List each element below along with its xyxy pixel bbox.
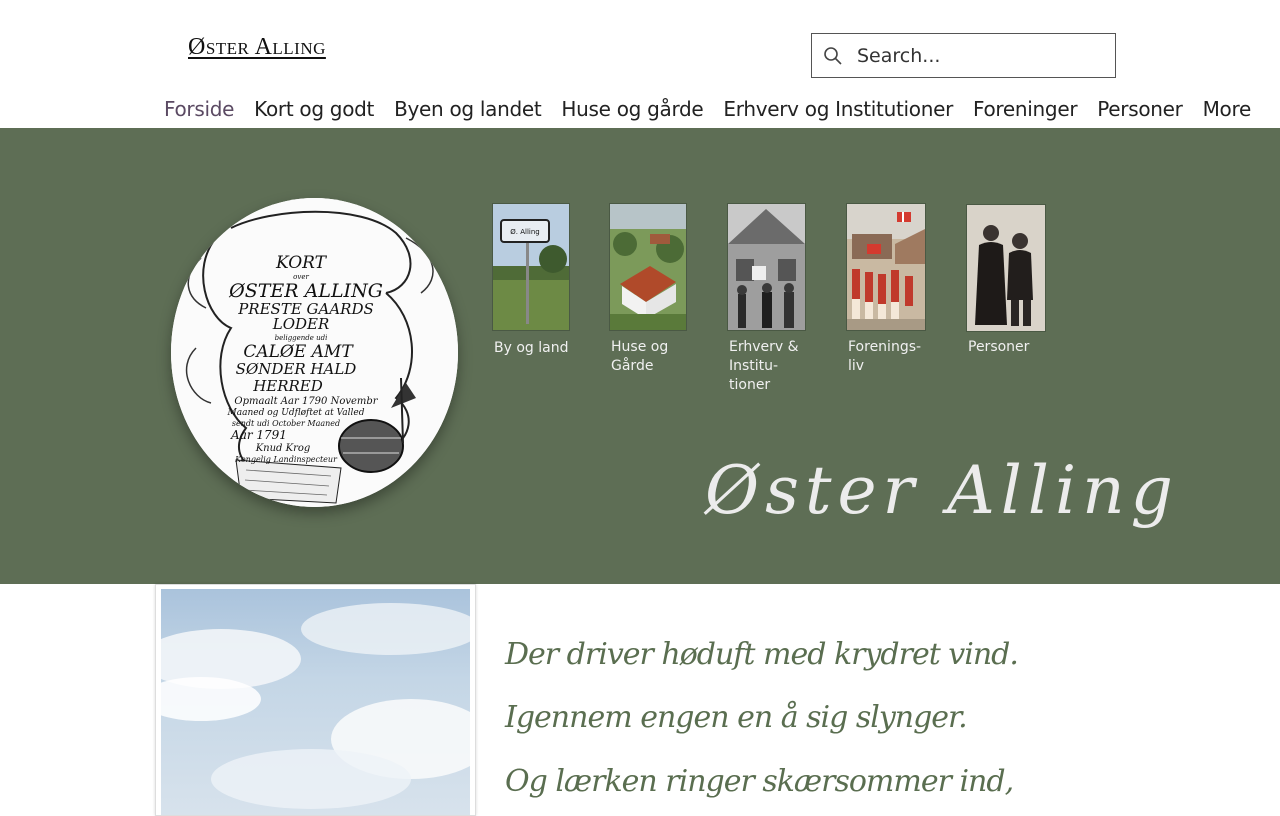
search-icon bbox=[823, 46, 843, 66]
nav-item-forside[interactable]: Forside bbox=[164, 97, 234, 125]
cartouche-text-line: ØSTER ALLING bbox=[228, 280, 383, 302]
poem-line: Der driver høduft med krydret vind. bbox=[505, 637, 1019, 672]
cartouche-text-line: Kongelig Landinspecteur bbox=[234, 455, 338, 464]
cartouche-text-line: Aar 1791 bbox=[230, 428, 287, 442]
sign-text: Ø. Alling bbox=[510, 228, 539, 236]
thumb-label-foreningsliv[interactable]: Forenings- liv bbox=[848, 338, 921, 376]
site-title-link[interactable]: Øster Alling bbox=[188, 34, 326, 61]
nav-item-huse-og-garde[interactable]: Huse og gårde bbox=[561, 97, 703, 125]
cartouche-text-line: Knud Krog bbox=[255, 443, 311, 454]
nav-item-byen-og-landet[interactable]: Byen og landet bbox=[394, 97, 542, 125]
thumb-erhverv[interactable] bbox=[727, 203, 806, 331]
cartouche-text-line: beliggende udi bbox=[275, 334, 328, 342]
thumb-by-og-land[interactable]: Ø. Alling bbox=[492, 203, 570, 331]
landscape-photo-frame bbox=[155, 584, 476, 816]
cartouche-text-line: KORT bbox=[275, 253, 328, 273]
nav-item-personer[interactable]: Personer bbox=[1097, 97, 1183, 125]
nav-item-kort-og-godt[interactable]: Kort og godt bbox=[254, 97, 374, 125]
thumb-personer[interactable] bbox=[966, 204, 1046, 332]
cartouche-text-line: CALØE AMT bbox=[243, 342, 354, 362]
cartouche-text-line: sendt udi October Maaned bbox=[232, 419, 340, 428]
main-nav: Forside Kort og godt Byen og landet Huse… bbox=[164, 97, 1271, 125]
search-input[interactable] bbox=[855, 43, 1099, 68]
thumb-huse-og-garde[interactable] bbox=[609, 203, 687, 331]
poem-line: Igennem engen en å sig slynger. bbox=[505, 700, 968, 735]
thumb-label-by-og-land[interactable]: By og land bbox=[494, 339, 568, 358]
cartouche-text-line: HERRED bbox=[252, 377, 323, 395]
nav-item-erhverv[interactable]: Erhverv og Institutioner bbox=[723, 97, 953, 125]
thumb-label-personer[interactable]: Personer bbox=[968, 338, 1029, 357]
thumb-foreningsliv[interactable] bbox=[846, 203, 926, 331]
sky-photo bbox=[161, 589, 470, 815]
poem-line: Og lærken ringer skærsommer ind, bbox=[505, 764, 1014, 799]
search-box[interactable] bbox=[811, 33, 1116, 78]
hero-title: Øster Alling bbox=[705, 452, 1179, 529]
cartouche-text-line: Opmaalt Aar 1790 Novembr bbox=[234, 396, 378, 407]
historic-map-cartouche-image: KORT over ØSTER ALLING PRESTE GAARDS LOD… bbox=[171, 198, 458, 507]
cartouche-text-line: SØNDER HALD bbox=[236, 360, 357, 378]
cartouche-text-line: Maaned og Udfløftet at Valled bbox=[227, 408, 365, 418]
thumb-label-erhverv[interactable]: Erhverv & Institu- tioner bbox=[729, 338, 799, 395]
nav-item-foreninger[interactable]: Foreninger bbox=[973, 97, 1078, 125]
nav-item-more[interactable]: More bbox=[1203, 97, 1252, 125]
cartouche-text-line: LODER bbox=[272, 315, 330, 333]
thumb-label-huse-og-garde[interactable]: Huse og Gårde bbox=[611, 338, 668, 376]
